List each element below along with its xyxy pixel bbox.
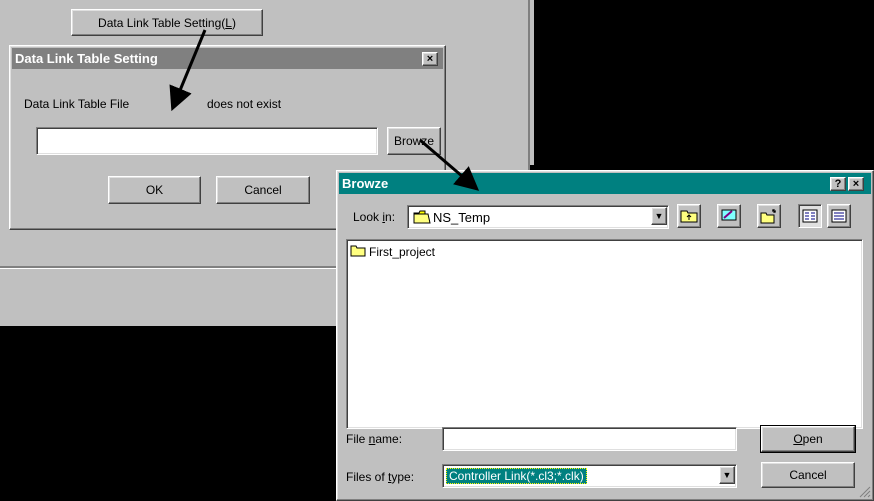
chevron-down-icon: ▼ [722,470,732,480]
data-link-table-file-label: Data Link Table File [24,97,130,111]
cancel-button[interactable]: Cancel [216,176,310,204]
folder-open-icon [413,210,431,227]
desktop-icon[interactable] [717,204,741,228]
files-of-type-value: Controller Link(*.cl3;*.clk) [446,468,587,484]
setting-dialog-close-button[interactable]: × [422,52,438,66]
list-item[interactable]: First_project [350,244,435,260]
look-in-dropdown[interactable]: NS_Temp ▼ [407,205,669,229]
list-view-icon[interactable] [798,204,822,228]
browse-cancel-button[interactable]: Cancel [761,462,855,488]
open-button[interactable]: Open [760,425,856,453]
look-in-label: Look in: [353,210,396,224]
look-in-dropdown-arrow[interactable]: ▼ [651,207,667,225]
data-link-table-path-field[interactable] [36,127,378,155]
data-link-table-setting-label: Data Link Table Setting(L) [98,15,236,30]
look-in-value: NS_Temp [433,210,491,225]
browse-dialog-title: Browze [342,176,389,191]
files-of-type-dropdown-arrow[interactable]: ▼ [719,466,735,484]
file-name-input[interactable] [442,427,737,451]
ok-button[interactable]: OK [108,176,201,204]
file-name-label: File name: [346,432,403,446]
file-list[interactable]: First_project [346,239,863,429]
chevron-down-icon: ▼ [654,211,664,221]
does-not-exist-label: does not exist [207,97,282,111]
data-link-table-setting-button[interactable]: Data Link Table Setting(L) [71,9,263,36]
browse-button[interactable]: Browze [387,127,441,155]
new-folder-icon[interactable] [757,204,781,228]
browse-dialog: Browze ? × Look in: NS_Temp ▼ First_proj… [336,170,874,501]
details-view-icon[interactable] [827,204,851,228]
list-item-label: First_project [369,245,436,259]
browse-dialog-titlebar: Browze [339,173,871,194]
browse-dialog-close-button[interactable]: × [848,177,864,191]
files-of-type-dropdown[interactable]: Controller Link(*.cl3;*.clk) ▼ [442,464,737,488]
close-icon: × [426,53,434,65]
close-icon: × [852,178,860,190]
resize-grip-icon[interactable] [859,486,871,498]
up-folder-icon[interactable] [677,204,701,228]
setting-dialog-title: Data Link Table Setting [15,51,158,66]
help-button[interactable]: ? [830,177,846,191]
setting-dialog-titlebar: Data Link Table Setting [12,48,443,69]
folder-icon [350,244,366,260]
help-icon: ? [834,178,842,190]
background-window-right-panel [530,0,534,165]
open-button-label: Open [793,432,823,446]
files-of-type-label: Files of type: [346,470,415,484]
